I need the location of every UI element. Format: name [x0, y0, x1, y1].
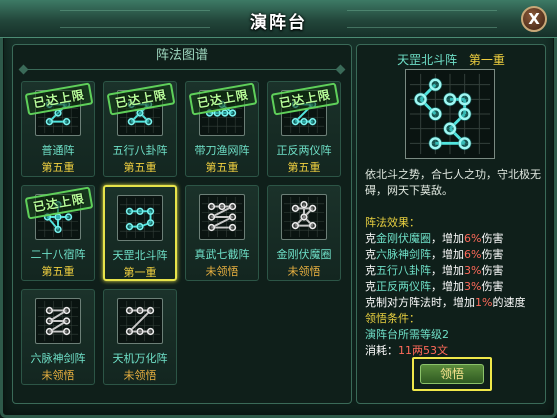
formation-level: 未领悟 — [205, 265, 239, 278]
formation-name: 天罡北斗阵 — [112, 249, 168, 262]
formation-cell[interactable]: 金刚伏魔圈 未领悟 — [267, 185, 341, 281]
formation-cell[interactable]: 已达上限 正反两仪阵 第五重 — [267, 81, 341, 177]
formation-cell[interactable]: 天机万化阵 未领悟 — [103, 289, 177, 385]
counter-effect: 克制对方阵法时，增加1%的速度 — [365, 295, 541, 311]
catalog-header: 阵法图谱 — [155, 48, 208, 63]
requirement-label: 领悟条件： — [365, 312, 420, 325]
formation-level: 第五重 — [41, 265, 75, 278]
formation-cell[interactable]: 已达上限 五行八卦阵 第五重 — [103, 81, 177, 177]
cost-value: 11两53文 — [398, 344, 448, 357]
formation-level: 第五重 — [123, 161, 157, 174]
close-icon: X — [528, 10, 540, 28]
formation-cell[interactable]: 天罡北斗阵 第一重 — [103, 185, 177, 281]
formation-icon — [117, 298, 163, 344]
formation-level: 未领悟 — [41, 369, 75, 382]
formation-cell[interactable]: 已达上限 普通阵 第五重 — [21, 81, 95, 177]
counter-text-b: 的速度 — [492, 296, 526, 309]
formation-cell[interactable]: 真武七截阵 未领悟 — [185, 185, 259, 281]
formation-name: 五行八卦阵 — [112, 144, 168, 157]
formation-name: 带刀渔网阵 — [194, 144, 250, 157]
detail-description: 依北斗之势，合七人之功，守北极无碍，网天下莫敌。 — [365, 168, 541, 197]
formation-cell[interactable]: 已达上限 带刀渔网阵 第五重 — [185, 81, 259, 177]
effect-line: 克六脉神剑阵，增加6%伤害 — [365, 248, 504, 261]
formation-cell[interactable]: 六脉神剑阵 未领悟 — [21, 289, 95, 385]
formation-icon — [35, 298, 81, 344]
formation-name: 正反两仪阵 — [276, 144, 332, 157]
title-bar: 演阵台 X — [0, 0, 557, 38]
counter-pct: 1% — [475, 296, 493, 309]
detail-name: 天罡北斗阵 — [397, 53, 458, 67]
formation-detail-panel: 天罡北斗阵 第一重 依北斗之势，合七人之功，守北极无碍，网天下莫敌。 阵法效果：… — [356, 44, 546, 404]
formation-icon — [117, 195, 163, 241]
window-title: 演阵台 — [250, 13, 307, 33]
detail-level: 第一重 — [468, 53, 505, 67]
formation-name: 金刚伏魔圈 — [276, 248, 332, 261]
formation-level: 第五重 — [41, 161, 75, 174]
formation-level: 未领悟 — [287, 265, 321, 278]
close-button[interactable]: X — [521, 6, 547, 32]
formation-level: 第五重 — [205, 161, 239, 174]
formation-level: 第五重 — [287, 161, 321, 174]
effect-line: 克五行八卦阵，增加3%伤害 — [365, 264, 504, 277]
header-divider — [23, 69, 341, 77]
learn-button[interactable]: 领悟 — [420, 364, 484, 384]
formation-name: 六脉神剑阵 — [30, 352, 86, 365]
formation-catalog-panel: 阵法图谱 已达上限 普通阵 第五重 已达上限 五行八卦阵 第五重 已达上限 带刀渔网阵 第五重已… — [12, 44, 352, 404]
cost-label: 消耗： — [365, 344, 398, 357]
detail-title: 天罡北斗阵 第一重 — [357, 51, 545, 68]
formation-cell[interactable]: 已达上限 二十八宿阵 第五重 — [21, 185, 95, 281]
formation-level: 第一重 — [123, 266, 157, 279]
learn-button-highlight: 领悟 — [412, 357, 492, 391]
effect-line: 克金刚伏魔圈，增加6%伤害 — [365, 232, 504, 245]
effect-section: 阵法效果： 克金刚伏魔圈，增加6%伤害 克六脉神剑阵，增加6%伤害 克五行八卦阵，增… — [365, 215, 541, 359]
formation-level: 未领悟 — [123, 369, 157, 382]
requirement-text: 演阵台所需等级2 — [365, 328, 449, 341]
counter-text-a: 克制对方阵法时，增加 — [365, 296, 475, 309]
formation-icon — [281, 194, 327, 240]
formation-icon — [199, 194, 245, 240]
formation-name: 二十八宿阵 — [30, 248, 86, 261]
formation-name: 真武七截阵 — [194, 248, 250, 261]
formation-diagram-icon — [405, 69, 495, 159]
effect-line: 克正反两仪阵，增加3%伤害 — [365, 280, 504, 293]
formation-name: 普通阵 — [41, 144, 75, 157]
effect-label: 阵法效果： — [365, 216, 420, 229]
formation-name: 天机万化阵 — [112, 352, 168, 365]
